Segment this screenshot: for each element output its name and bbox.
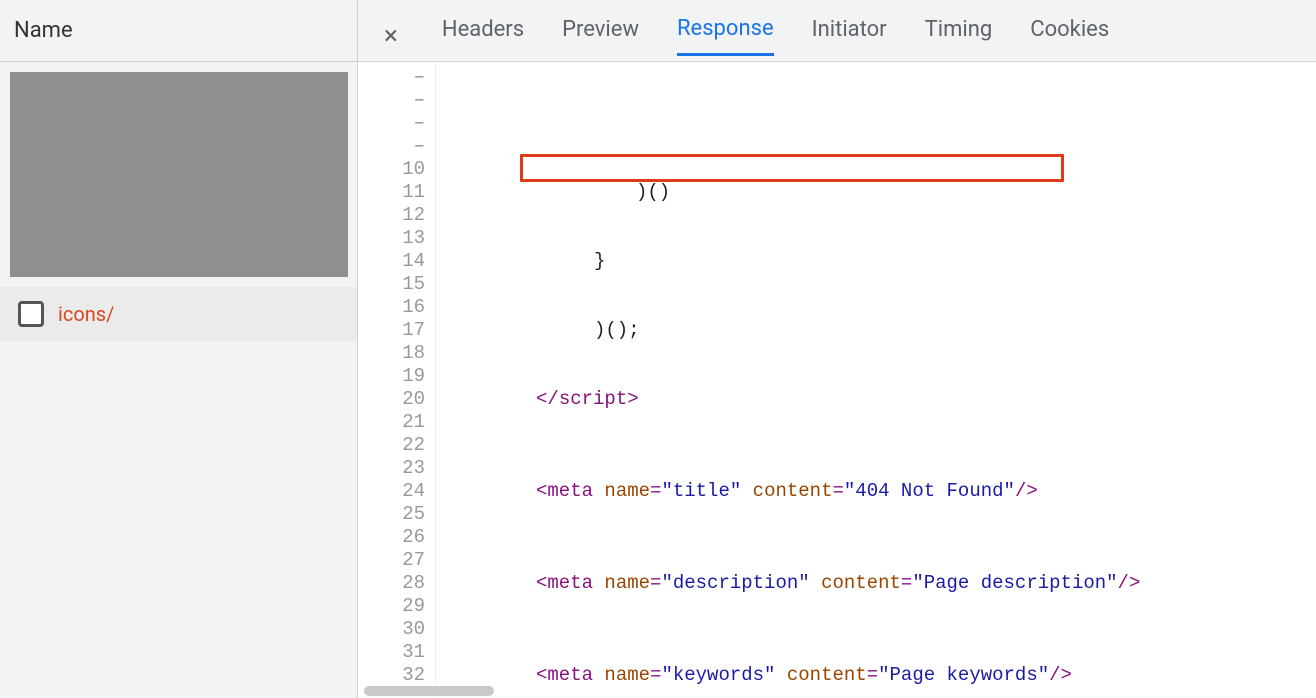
code-line: </script> <box>446 388 1316 411</box>
close-icon[interactable]: × <box>378 21 404 51</box>
code-viewer[interactable]: ––––101112131415161718192021222324252627… <box>358 62 1316 698</box>
line-gutter: ––––101112131415161718192021222324252627… <box>358 62 436 698</box>
horizontal-scrollbar[interactable] <box>360 686 1316 696</box>
tab-bar: × Headers Preview Response Initiator Tim… <box>358 0 1316 62</box>
code-line-10: <meta name="title" content="404 Not Foun… <box>446 480 1316 503</box>
code-line-11: <meta name="description" content="Page d… <box>446 572 1316 595</box>
code-line: )() <box>446 181 1316 204</box>
tab-initiator[interactable]: Initiator <box>812 17 887 54</box>
code-line-12: <meta name="keywords" content="Page keyw… <box>446 664 1316 687</box>
highlight-box <box>520 154 1064 182</box>
checkbox-icon[interactable] <box>18 301 44 327</box>
sidebar: Name icons/ <box>0 0 358 698</box>
sidebar-header: Name <box>0 0 357 62</box>
scroll-thumb[interactable] <box>364 686 494 696</box>
tab-timing[interactable]: Timing <box>925 17 993 54</box>
tab-response[interactable]: Response <box>677 16 774 56</box>
request-thumbnail[interactable] <box>10 72 348 277</box>
tab-preview[interactable]: Preview <box>562 17 639 54</box>
details-panel: × Headers Preview Response Initiator Tim… <box>358 0 1316 698</box>
request-name: icons/ <box>58 302 114 326</box>
thumbnail-area <box>0 62 357 277</box>
tab-cookies[interactable]: Cookies <box>1030 17 1109 54</box>
tab-headers[interactable]: Headers <box>442 17 524 54</box>
code-content[interactable]: )() } )(); </script> <meta name="title" … <box>436 62 1316 698</box>
code-line: } <box>446 250 1316 273</box>
code-line: )(); <box>446 319 1316 342</box>
request-list-item[interactable]: icons/ <box>0 287 357 341</box>
